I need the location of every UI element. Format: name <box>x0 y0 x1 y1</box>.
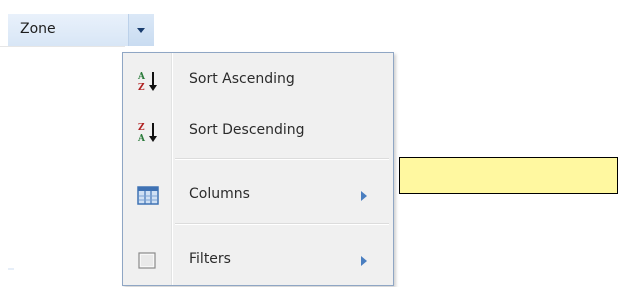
sort-ascending-icon: A Z <box>137 70 161 93</box>
svg-text:A: A <box>137 134 146 143</box>
svg-text:Z: Z <box>138 83 145 92</box>
menu-separator <box>175 158 389 160</box>
submenu-arrow-icon <box>361 256 367 266</box>
menu-separator <box>175 223 389 225</box>
menu-item-label: Sort Ascending <box>189 71 295 87</box>
menu-item-columns[interactable]: Columns <box>125 178 391 212</box>
svg-text:Z: Z <box>138 123 145 133</box>
chevron-down-icon <box>137 28 145 33</box>
grid-screen: Zone A Z Sort Ascending Z A Sort Descend… <box>0 0 618 287</box>
menu-item-filters[interactable]: Filters <box>125 243 391 277</box>
menu-item-label: Columns <box>189 186 250 202</box>
row-edge-mark <box>8 268 14 270</box>
column-header-zone[interactable]: Zone <box>8 14 154 46</box>
header-divider <box>0 46 125 47</box>
column-header-label: Zone <box>20 21 56 37</box>
menu-item-label: Filters <box>189 251 231 267</box>
highlight-callout-box <box>399 157 618 194</box>
sort-descending-icon: Z A <box>137 121 161 144</box>
columns-icon <box>137 185 161 207</box>
svg-text:A: A <box>137 72 146 82</box>
filter-checkbox-icon[interactable] <box>137 250 161 272</box>
submenu-arrow-icon <box>361 191 367 201</box>
menu-item-sort-ascending[interactable]: A Z Sort Ascending <box>125 63 391 97</box>
column-menu-trigger[interactable] <box>128 14 154 46</box>
menu-item-sort-descending[interactable]: Z A Sort Descending <box>125 114 391 148</box>
column-menu: A Z Sort Ascending Z A Sort Descending C… <box>122 52 394 286</box>
menu-item-label: Sort Descending <box>189 122 305 138</box>
